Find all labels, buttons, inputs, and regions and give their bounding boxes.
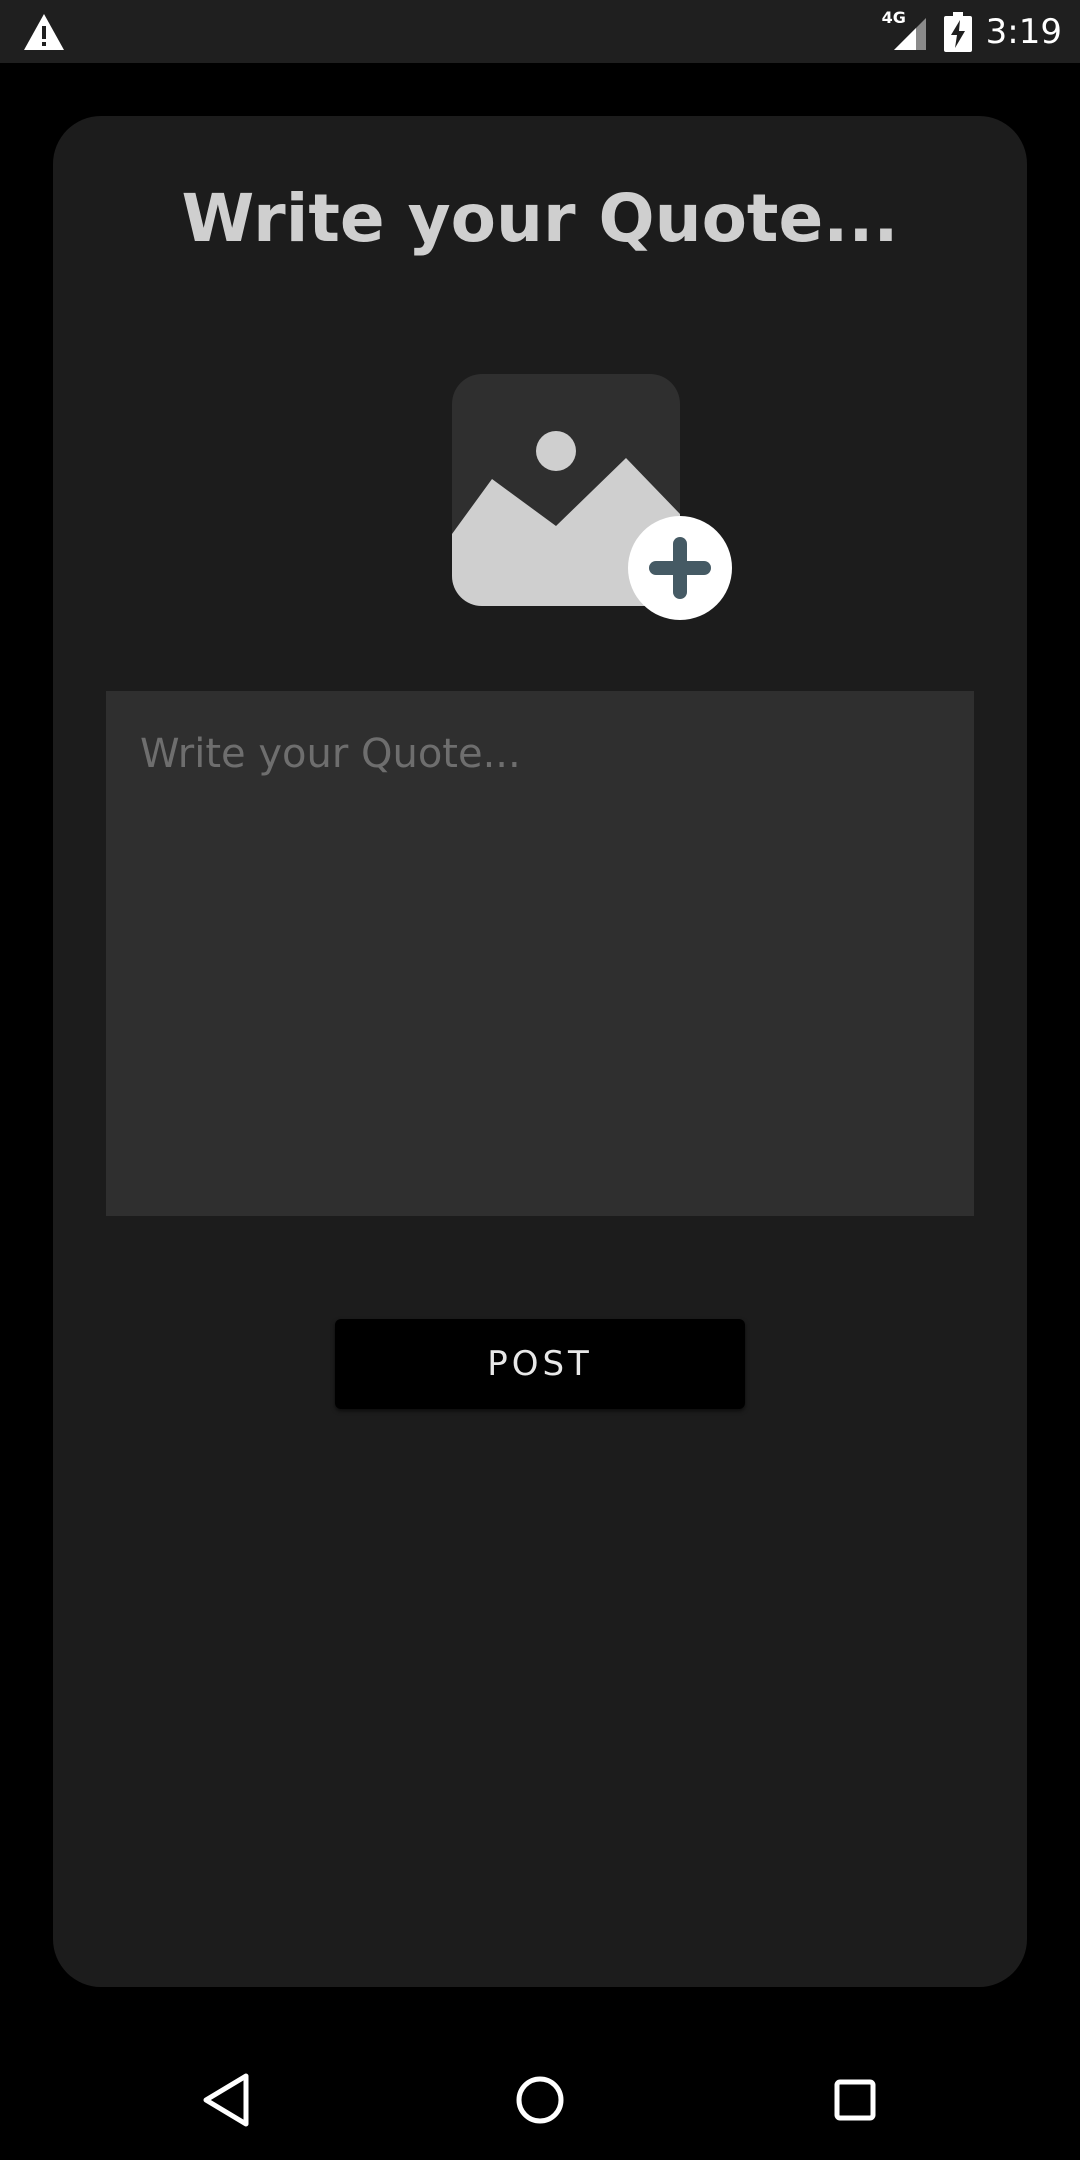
image-picker[interactable] [452,374,732,622]
status-icons: 4G 3:19 [882,0,1062,63]
add-photo-icon[interactable] [628,516,732,620]
quote-input[interactable] [106,691,974,1216]
navigation-bar [0,2040,1080,2160]
battery-charging-icon [943,11,972,52]
recents-icon[interactable] [825,2070,885,2130]
post-button[interactable]: POST [335,1319,745,1409]
status-time: 3:19 [985,11,1062,52]
screen: 4G 3:19 Write your Quote... Write your Q… [0,0,1080,2160]
signal-icon: 4G [882,8,930,54]
warning-icon [24,14,64,50]
network-type-label: 4G [881,7,906,27]
back-icon[interactable] [196,2070,256,2130]
page-title: Write your Quote... [181,180,899,257]
home-icon[interactable] [510,2070,570,2130]
status-bar: 4G 3:19 [0,0,1080,63]
